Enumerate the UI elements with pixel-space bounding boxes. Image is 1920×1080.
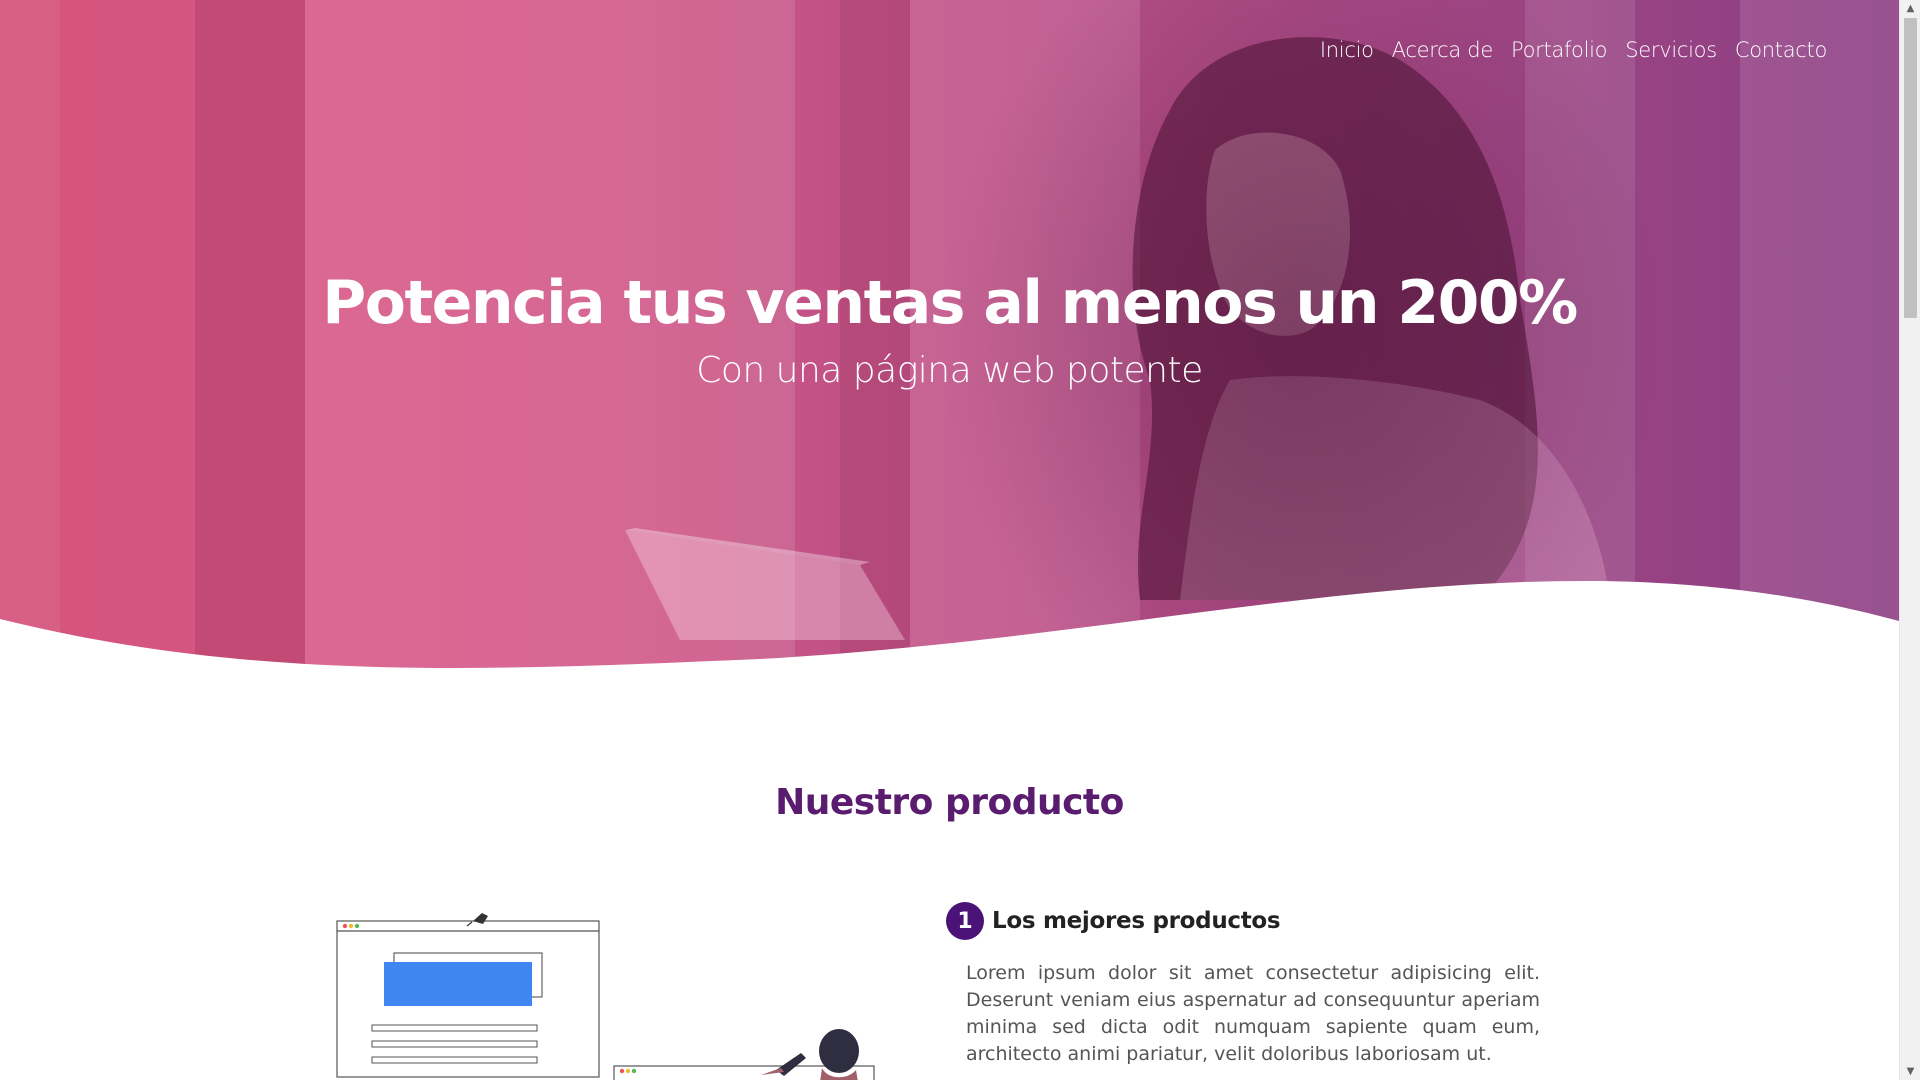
nav-item-acerca-de[interactable]: Acerca de [1392, 38, 1494, 62]
feature-header: 1 Los mejores productos [946, 902, 1540, 940]
section-title-nuestro-producto: Nuestro producto [775, 782, 1124, 823]
feature-number-badge: 1 [946, 902, 984, 940]
hero-subtitle: Con una página web potente [696, 350, 1203, 391]
scroll-up-arrow-icon[interactable]: ▲ [1900, 0, 1920, 17]
hero-wave-divider [0, 580, 1899, 680]
main-nav: Inicio Acerca de Portafolio Servicios Co… [1320, 38, 1827, 62]
vertical-scrollbar[interactable]: ▲ ▼ [1899, 0, 1920, 1080]
scrollbar-thumb[interactable] [1904, 18, 1917, 318]
feature-description: Lorem ipsum dolor sit amet consectetur a… [966, 962, 1540, 1065]
browser-window-illustration [336, 920, 600, 1078]
page: Inicio Acerca de Portafolio Servicios Co… [0, 0, 1920, 1080]
browser-viewport: Inicio Acerca de Portafolio Servicios Co… [0, 0, 1899, 1080]
nav-item-contacto[interactable]: Contacto [1735, 38, 1827, 62]
nav-item-portafolio[interactable]: Portafolio [1511, 38, 1608, 62]
feature-title: Los mejores productos [992, 908, 1281, 934]
hero-title: Potencia tus ventas al menos un 200% [322, 268, 1578, 338]
window-dot-icon [625, 1068, 631, 1074]
window-dot-icon [348, 923, 354, 929]
nav-item-servicios[interactable]: Servicios [1625, 38, 1717, 62]
window-dot-icon [354, 923, 360, 929]
window-dot-icon [342, 923, 348, 929]
feature-item: 1 Los mejores productos Lorem ipsum dolo… [946, 902, 1540, 1068]
hero-banner: Inicio Acerca de Portafolio Servicios Co… [0, 0, 1899, 680]
nav-item-inicio[interactable]: Inicio [1320, 38, 1374, 62]
window-dot-icon [619, 1068, 625, 1074]
scroll-down-arrow-icon[interactable]: ▼ [1900, 1063, 1920, 1080]
product-illustration [336, 913, 875, 1080]
window-dot-icon [631, 1068, 637, 1074]
